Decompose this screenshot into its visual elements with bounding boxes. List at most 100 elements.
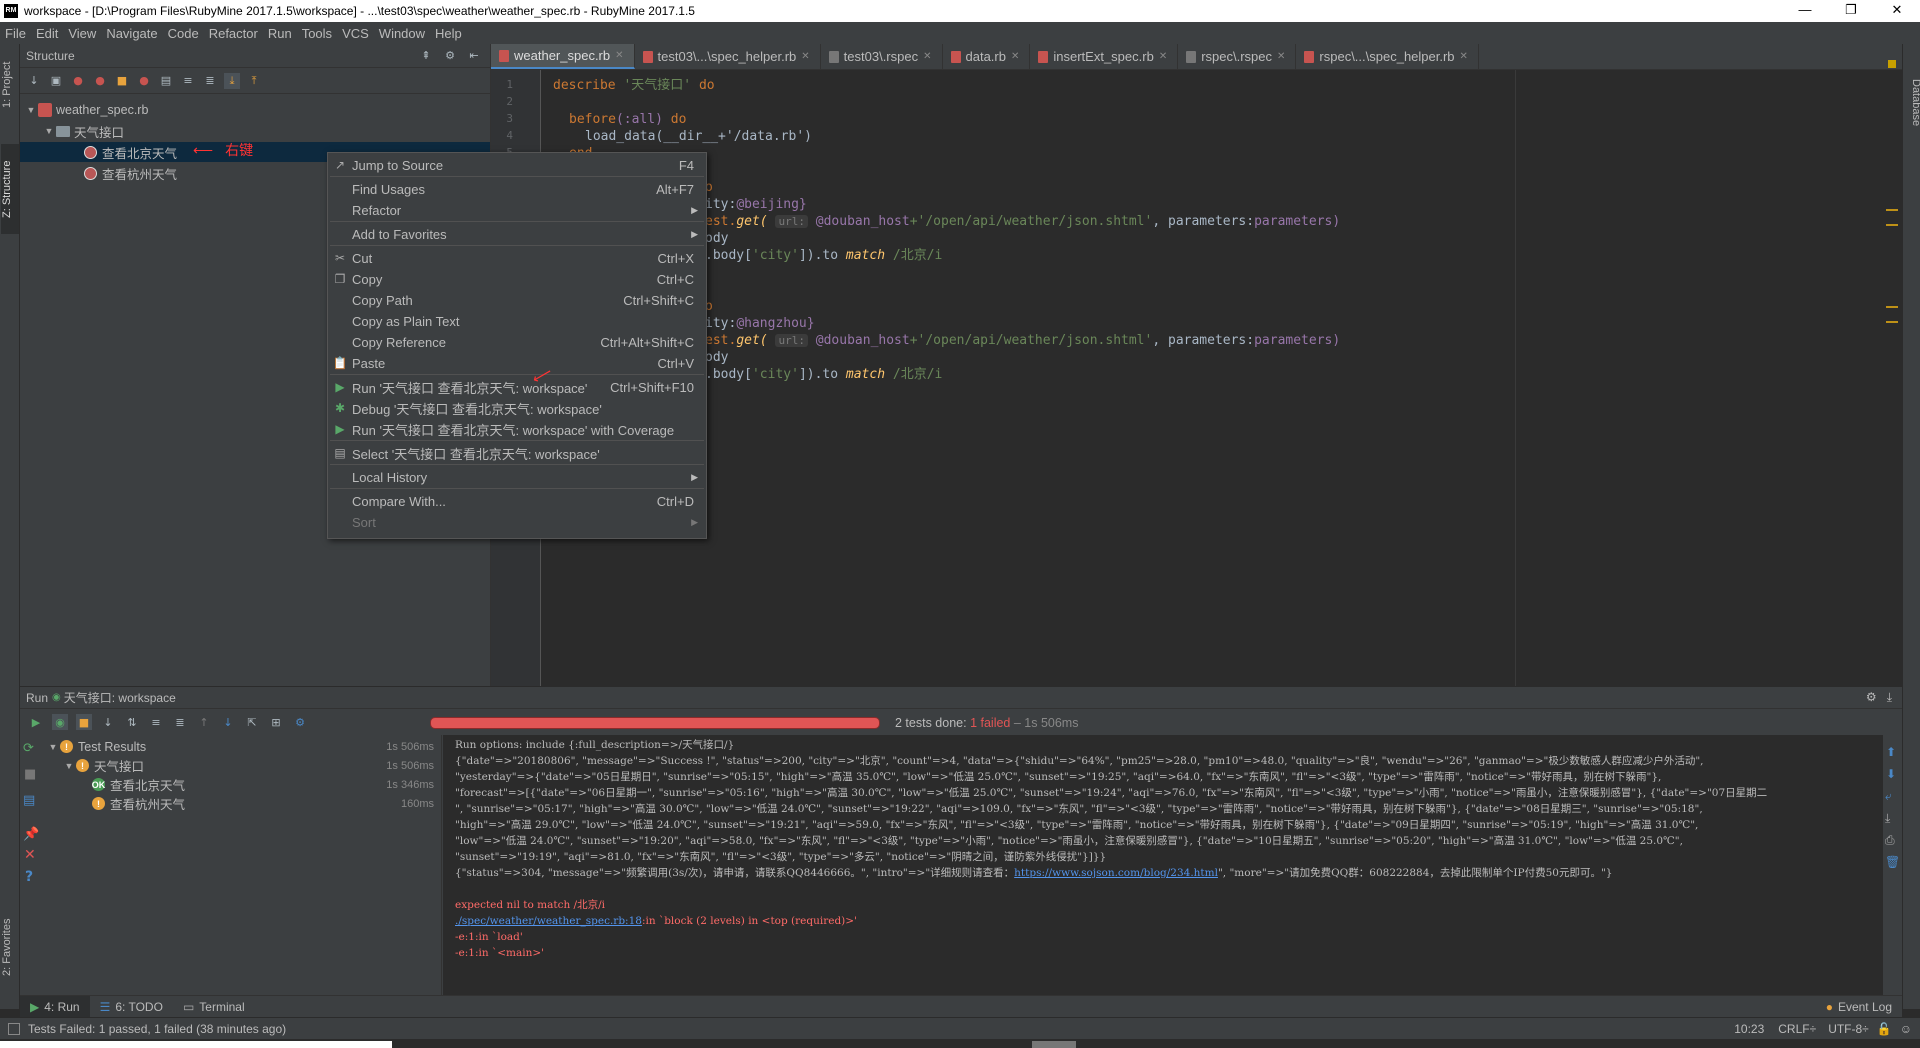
taskbar-item[interactable]	[1032, 1041, 1076, 1048]
code-line-16[interactable]: ody	[705, 349, 728, 366]
menu-item-local-history[interactable]: Local History ▶	[328, 467, 706, 487]
expand-arrow-icon[interactable]: ▼	[46, 742, 60, 752]
close-button[interactable]: ✕	[1874, 0, 1920, 22]
menu-refactor[interactable]: Refactor	[204, 26, 263, 41]
project-tool-tab[interactable]: 1: Project	[1, 48, 19, 122]
print-icon[interactable]: ⎙	[1885, 833, 1895, 848]
menu-tools[interactable]: Tools	[297, 26, 337, 41]
menu-help[interactable]: Help	[430, 26, 467, 41]
tab-test03-rspec[interactable]: test03\.rspec ✕	[821, 44, 943, 69]
layout-icon[interactable]: ▤	[23, 793, 35, 808]
inspector-icon[interactable]: ☺	[1900, 1022, 1920, 1036]
lock-icon[interactable]: 🔓	[1877, 1022, 1900, 1036]
clear-all-icon[interactable]: 🗑	[1885, 855, 1900, 869]
show-ignored-icon[interactable]: ■	[76, 714, 92, 730]
file-encoding[interactable]: UTF-8÷	[1828, 1022, 1877, 1036]
tab-run[interactable]: ▶ 4: Run	[20, 995, 90, 1018]
menu-item-debug[interactable]: ✱ Debug '天气接口 查看北京天气: workspace'	[328, 398, 706, 418]
scroll-down-icon[interactable]: ⬇	[1886, 767, 1896, 781]
caret-position[interactable]: 10:23	[1734, 1022, 1778, 1036]
favorites-tool-tab[interactable]: 2: Favorites	[1, 904, 19, 990]
menu-item-run-coverage[interactable]: ▶ Run '天气接口 查看北京天气: workspace' with Cover…	[328, 419, 706, 439]
toggle-tool-windows-icon[interactable]	[8, 1022, 20, 1035]
menu-item-jump-to-source[interactable]: ↗ Jump to Source F4	[328, 155, 706, 175]
stop-icon[interactable]: ■	[24, 767, 36, 782]
menu-item-compare-with[interactable]: Compare With... Ctrl+D	[328, 491, 706, 511]
database-tool-tab[interactable]: Database	[1904, 68, 1920, 138]
next-failed-icon[interactable]: ↓	[220, 714, 236, 730]
scroll-marker[interactable]	[1886, 321, 1898, 323]
scroll-up-icon[interactable]: ⬆	[1886, 745, 1896, 759]
expand-arrow-icon[interactable]: ▼	[42, 126, 56, 136]
menu-run[interactable]: Run	[263, 26, 297, 41]
line-separator[interactable]: CRLF÷	[1778, 1022, 1828, 1036]
menu-view[interactable]: View	[63, 26, 101, 41]
tab-insertext-spec[interactable]: insertExt_spec.rb ✕	[1030, 44, 1179, 69]
menu-vcs[interactable]: VCS	[337, 26, 374, 41]
code-line-3[interactable]: before(:all) do	[569, 111, 686, 128]
show-file-icon[interactable]: ▣	[48, 73, 64, 89]
structure-tool-tab[interactable]: Z: Structure	[1, 144, 19, 234]
maximize-button[interactable]: ❐	[1828, 0, 1874, 22]
show-constants-icon[interactable]: ●	[136, 73, 152, 89]
history-icon[interactable]: ⊞	[268, 714, 284, 730]
scroll-marker[interactable]	[1886, 224, 1898, 226]
tab-rspec-rspec[interactable]: rspec\.rspec ✕	[1178, 44, 1297, 69]
sort-alpha-icon[interactable]: ↓	[26, 73, 42, 89]
close-run-icon[interactable]: ✕	[24, 847, 36, 863]
tab-data-rb[interactable]: data.rb ✕	[943, 44, 1031, 69]
console-link[interactable]: https://www.sojson.com/blog/234.html	[1014, 867, 1218, 879]
test-case-row[interactable]: ! 查看杭州天气 160ms	[92, 794, 438, 813]
close-tab-icon[interactable]: ✕	[923, 51, 931, 62]
close-tab-icon[interactable]: ✕	[801, 51, 809, 62]
menu-item-refactor[interactable]: Refactor ▶	[328, 200, 706, 220]
menu-item-cut[interactable]: ✂ Cut Ctrl+X	[328, 248, 706, 268]
settings-gear-icon[interactable]: ⚙	[442, 48, 458, 64]
close-tab-icon[interactable]: ✕	[1011, 51, 1019, 62]
menu-item-copy-path[interactable]: Copy Path Ctrl+Shift+C	[328, 290, 706, 310]
show-inherited-icon[interactable]: ▤	[158, 73, 174, 89]
menu-item-add-to-favorites[interactable]: Add to Favorites ▶	[328, 224, 706, 244]
expand-arrow-icon[interactable]: ▼	[62, 761, 76, 771]
test-case-row[interactable]: OK 查看北京天气 1s 346ms	[92, 775, 438, 794]
code-line-17[interactable]: .body['city']).to match /北京/i	[705, 366, 942, 383]
test-settings-icon[interactable]: ⚙	[292, 714, 308, 730]
menu-item-copy[interactable]: ❐ Copy Ctrl+C	[328, 269, 706, 289]
scroll-marker[interactable]	[1886, 306, 1898, 308]
menu-item-select[interactable]: ▤ Select '天气接口 查看北京天气: workspace'	[328, 443, 706, 463]
code-line-11[interactable]: .body['city']).to match /北京/i	[705, 247, 942, 264]
scroll-to-end-icon[interactable]: ⤓	[1885, 811, 1890, 826]
console-link[interactable]: ./spec/weather/weather_spec.rb:18	[455, 915, 642, 927]
warning-indicator-icon[interactable]	[1888, 60, 1896, 68]
show-modules-icon[interactable]: ●	[70, 73, 86, 89]
collapse-all-icon[interactable]: ⇞	[418, 48, 434, 64]
taskbar-item[interactable]	[0, 1041, 392, 1048]
scroll-marker[interactable]	[1886, 209, 1898, 211]
tree-item-describe[interactable]: ▼ 天气接口	[42, 121, 484, 141]
soft-wrap-icon[interactable]: ⤶	[1885, 789, 1892, 804]
show-methods-icon[interactable]: ●	[92, 73, 108, 89]
menu-window[interactable]: Window	[374, 26, 430, 41]
code-line-10[interactable]: ody	[705, 230, 728, 247]
menu-navigate[interactable]: Navigate	[101, 26, 162, 41]
sort-duration-icon[interactable]: ⇅	[124, 714, 140, 730]
menu-code[interactable]: Code	[163, 26, 204, 41]
rerun-failed-icon[interactable]: ⟳	[23, 741, 34, 756]
close-tab-icon[interactable]: ✕	[1277, 51, 1285, 62]
tab-spec-helper[interactable]: test03\...\spec_helper.rb ✕	[635, 44, 821, 69]
export-icon[interactable]: ⇱	[244, 714, 260, 730]
code-line-8[interactable]: ity:@beijing}	[705, 196, 807, 213]
hide-panel-icon[interactable]: ⤓	[1887, 690, 1892, 705]
tab-todo[interactable]: ☰ 6: TODO	[90, 996, 173, 1018]
expand-all-icon[interactable]: ≡	[148, 714, 164, 730]
settings-gear-icon[interactable]: ⚙	[1866, 690, 1877, 705]
autoscroll-from-source-icon[interactable]: ⤒	[246, 73, 262, 89]
test-group-row[interactable]: ▼ ! 天气接口 1s 506ms	[62, 756, 438, 775]
help-icon[interactable]: ?	[25, 869, 33, 885]
event-log-button[interactable]: ● Event Log	[1816, 996, 1902, 1018]
rerun-icon[interactable]: ▶	[28, 714, 44, 730]
console-output[interactable]: Run options: include {:full_description=…	[443, 735, 1883, 996]
show-fields-icon[interactable]: ■	[114, 73, 130, 89]
tab-weather-spec[interactable]: weather_spec.rb ✕	[491, 44, 635, 69]
menu-item-copy-plain-text[interactable]: Copy as Plain Text	[328, 311, 706, 331]
